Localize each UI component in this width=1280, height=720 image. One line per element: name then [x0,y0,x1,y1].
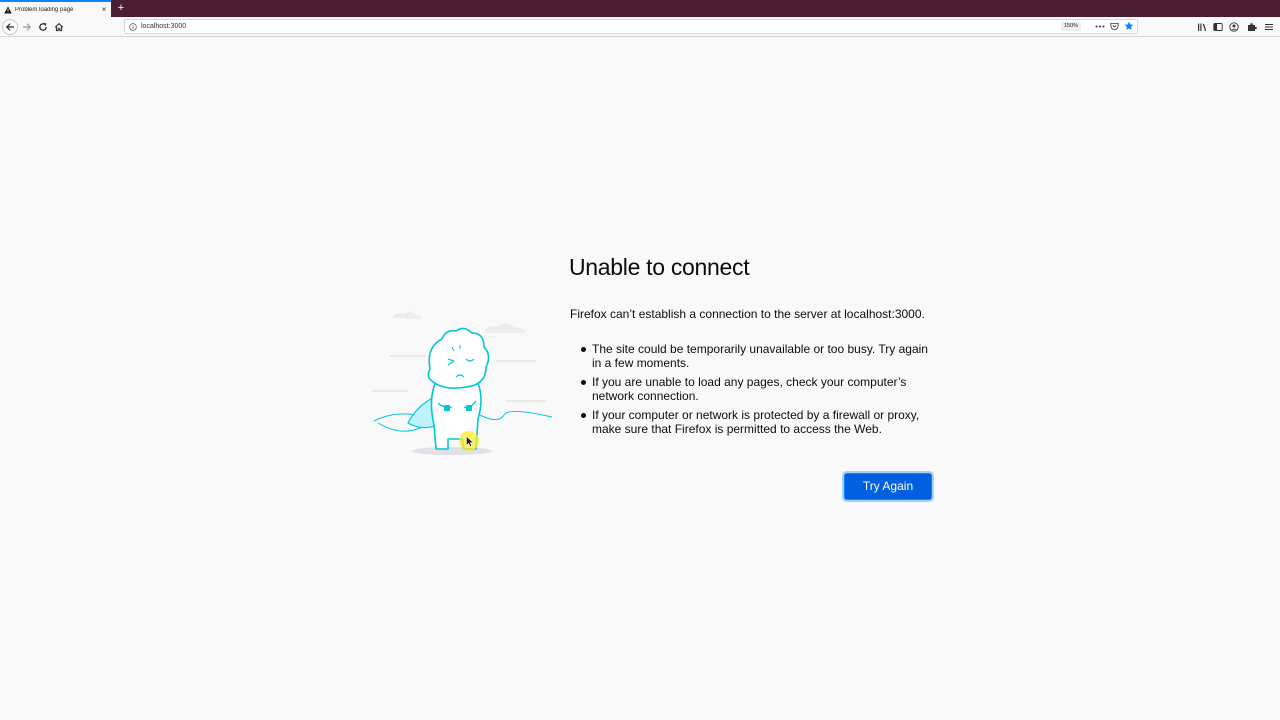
list-item: If you are unable to load any pages, che… [580,375,940,403]
tab-strip: Problem loading page × + [0,0,1280,17]
warning-icon [4,5,12,13]
navigation-toolbar: localhost:3000 150% [0,17,1280,37]
list-item-text: If your computer or network is protected… [592,408,920,436]
back-icon [5,23,15,31]
forward-icon [22,23,32,31]
page-actions-icon[interactable] [1095,22,1105,31]
error-page: Unable to connect Firefox can’t establis… [0,38,1280,720]
home-button[interactable] [51,19,67,35]
list-item: If your computer or network is protected… [580,408,940,436]
bullet-icon [581,413,586,418]
list-item-text: If you are unable to load any pages, che… [592,375,907,403]
reload-button[interactable] [35,19,51,35]
reload-icon [39,22,47,31]
tab-problem-loading-page[interactable]: Problem loading page × [0,0,111,17]
cursor-arrow-icon [466,436,474,447]
url-text[interactable]: localhost:3000 [141,21,186,32]
error-suggestions-list: The site could be temporarily unavailabl… [580,342,940,442]
try-again-button[interactable]: Try Again [845,474,931,499]
pocket-icon[interactable] [1110,22,1119,31]
sidebar-icon[interactable] [1213,22,1223,32]
home-icon [54,23,64,32]
list-item: The site could be temporarily unavailabl… [580,342,940,370]
list-item-text: The site could be temporarily unavailabl… [592,342,928,370]
url-bar[interactable]: localhost:3000 150% [124,19,1138,34]
tab-close-button[interactable]: × [99,5,109,15]
library-icon[interactable] [1197,22,1207,32]
tab-title: Problem loading page [15,6,74,13]
zoom-level-badge[interactable]: 150% [1061,22,1082,31]
info-icon[interactable] [129,23,137,31]
extension-icon[interactable] [1247,22,1257,32]
error-description: Firefox can’t establish a connection to … [570,307,925,321]
account-icon[interactable] [1229,22,1239,32]
bullet-icon [581,380,586,385]
back-button[interactable] [2,19,18,35]
error-title: Unable to connect [569,254,750,280]
new-tab-button[interactable]: + [114,0,128,17]
bookmark-star-icon[interactable] [1124,21,1134,31]
forward-button[interactable] [19,19,35,35]
bullet-icon [581,347,586,352]
menu-icon[interactable] [1264,22,1274,32]
